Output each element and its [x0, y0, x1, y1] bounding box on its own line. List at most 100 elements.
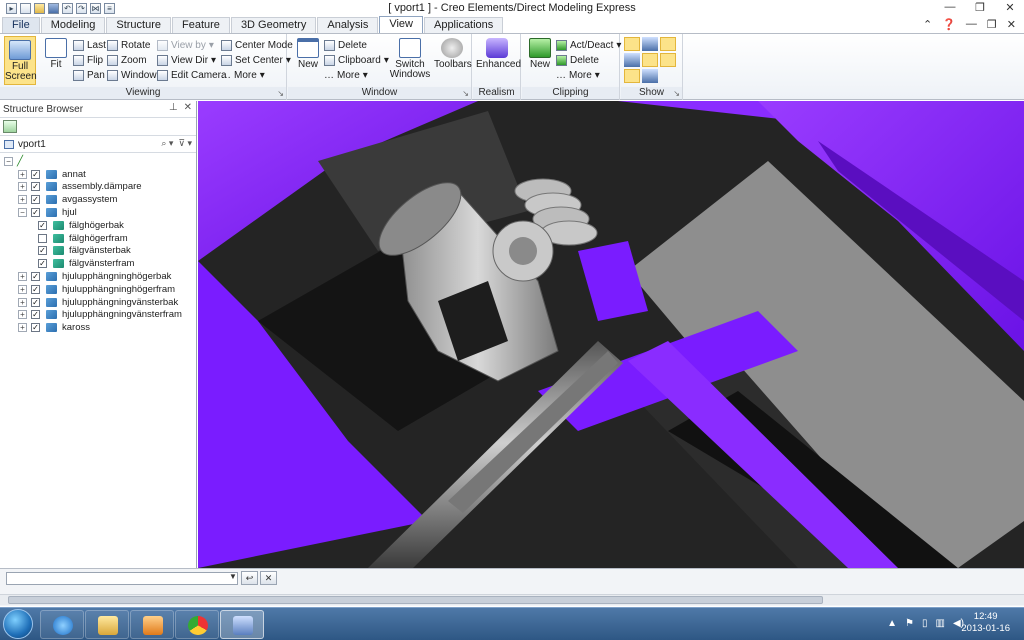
tab-analysis[interactable]: Analysis [317, 17, 379, 33]
tree-item[interactable]: + ✓ avgassystem [0, 193, 196, 206]
visibility-checkbox[interactable]: ✓ [31, 323, 40, 333]
switch-windows-button[interactable]: Switch Windows [388, 38, 432, 80]
tree-item[interactable]: ✓ fälgvänsterbak [0, 245, 196, 258]
tab-modeling[interactable]: Modeling [40, 17, 106, 33]
fit-button[interactable]: Fit [42, 38, 70, 70]
taskbar-media[interactable] [130, 610, 174, 639]
visibility-checkbox[interactable]: ✓ [38, 246, 47, 256]
tree-item[interactable]: ✓ fälghögerbak [0, 219, 196, 232]
window-zoom-button[interactable]: Window [107, 68, 157, 82]
expand-icon[interactable]: + [18, 169, 27, 179]
visibility-checkbox[interactable]: ✓ [38, 220, 47, 230]
command-input[interactable] [6, 572, 238, 585]
visibility-checkbox[interactable]: ✓ [31, 310, 40, 320]
ribbon-restore-icon[interactable]: ❐ [987, 18, 997, 31]
pin-icon[interactable]: ⊥ [169, 102, 178, 113]
delete-window-button[interactable]: Delete [324, 38, 367, 52]
clock[interactable]: 12:49 2013-01-16 [961, 611, 1010, 635]
redo-icon[interactable]: ↷ [76, 3, 87, 14]
network-icon[interactable]: ▥ [936, 618, 945, 629]
visibility-checkbox[interactable] [38, 233, 47, 243]
show-faces-icon[interactable] [642, 53, 658, 67]
viewing-more-dropdown[interactable]: … More ▾ [221, 68, 265, 82]
rotate-button[interactable]: Rotate [107, 38, 150, 52]
expand-icon[interactable]: + [18, 297, 27, 307]
visibility-checkbox[interactable]: ✓ [31, 297, 40, 307]
full-screen-button[interactable]: Full Screen [4, 36, 37, 85]
save-icon[interactable] [48, 3, 59, 14]
taskbar-creo[interactable] [220, 610, 264, 639]
collapse-icon[interactable]: − [18, 208, 27, 218]
show-labels-icon[interactable] [624, 69, 640, 83]
window-more-dropdown[interactable]: … More ▾ [324, 68, 368, 82]
taskbar-explorer[interactable] [85, 610, 129, 639]
dialog-launcher-icon[interactable]: ↘ [673, 89, 680, 98]
open-folder-icon[interactable] [34, 3, 45, 14]
close-icon[interactable]: ✕ [1002, 1, 1018, 14]
visibility-checkbox[interactable]: ✓ [31, 182, 40, 192]
tree-item[interactable]: ✓ fälgvänsterfram [0, 257, 196, 270]
tree-root[interactable]: − ╱ [0, 155, 196, 168]
cancel-command-button[interactable]: ✕ [260, 571, 277, 585]
command-dropdown-icon[interactable]: ▼ [229, 572, 237, 581]
expand-icon[interactable]: + [18, 310, 27, 320]
collapse-icon[interactable]: − [4, 156, 13, 166]
visibility-checkbox[interactable]: ✓ [38, 259, 47, 269]
restore-icon[interactable]: ❐ [972, 1, 988, 14]
app-menu-icon[interactable]: ▸ [6, 3, 17, 14]
toolbars-button[interactable]: Toolbars [434, 38, 472, 70]
taskbar-ie[interactable] [40, 610, 84, 639]
expand-icon[interactable]: + [18, 284, 27, 294]
tab-applications[interactable]: Applications [423, 17, 504, 33]
tab-view[interactable]: View [379, 16, 423, 33]
help-icon[interactable]: ❓ [942, 18, 956, 31]
undo-icon[interactable]: ↶ [62, 3, 73, 14]
show-box-icon[interactable] [642, 69, 658, 83]
expand-icon[interactable]: + [18, 272, 27, 282]
model-render[interactable] [198, 101, 1024, 568]
show-hidden-icon[interactable] [660, 37, 676, 51]
tree-icon[interactable]: ⋈ [90, 3, 101, 14]
visibility-checkbox[interactable]: ✓ [31, 169, 40, 179]
tab-feature[interactable]: Feature [172, 17, 230, 33]
view-dir-dropdown[interactable]: View Dir ▾ [157, 53, 216, 67]
minimize-ribbon-icon[interactable]: ⌃ [923, 18, 932, 31]
scrollbar-thumb[interactable] [8, 596, 823, 604]
visibility-checkbox[interactable]: ✓ [31, 272, 40, 282]
viewport-row[interactable]: vport1 ⌕ ▾ ⊽ ▾ [0, 136, 196, 153]
act-deact-dropdown[interactable]: Act/Deact ▾ [556, 38, 621, 52]
flip-button[interactable]: Flip [73, 53, 103, 67]
graphics-viewport[interactable] [198, 101, 1024, 568]
tree-item[interactable]: − ✓ hjul [0, 206, 196, 219]
clipboard-dropdown[interactable]: Clipboard ▾ [324, 53, 389, 67]
tab-file[interactable]: File [2, 17, 40, 33]
clipping-delete-button[interactable]: Delete [556, 53, 599, 67]
enhanced-button[interactable]: Enhanced [476, 38, 521, 70]
browser-close-icon[interactable]: ✕ [184, 102, 192, 113]
expand-icon[interactable]: + [18, 182, 27, 192]
show-edges-icon[interactable] [642, 37, 658, 51]
clipping-more-dropdown[interactable]: … More ▾ [556, 68, 600, 82]
last-button[interactable]: Last [73, 38, 106, 52]
start-button[interactable] [3, 609, 33, 639]
new-file-icon[interactable] [20, 3, 31, 14]
dialog-launcher-icon[interactable]: ↘ [462, 89, 469, 98]
tree-item[interactable]: fälghögerfram [0, 232, 196, 245]
tab-3d-geometry[interactable]: 3D Geometry [230, 17, 317, 33]
tree-item[interactable]: + ✓ hjulupphängningvänsterfram [0, 309, 196, 322]
tab-structure[interactable]: Structure [106, 17, 172, 33]
taskbar-chrome[interactable] [175, 610, 219, 639]
battery-icon[interactable]: ▯ [922, 618, 928, 629]
ribbon-minimize-icon[interactable]: — [966, 18, 977, 31]
customize-toolbar-icon[interactable]: ≡ [104, 3, 115, 14]
view-by-dropdown[interactable]: View by ▾ [157, 38, 214, 52]
enter-command-button[interactable]: ↩ [241, 571, 258, 585]
center-mode-button[interactable]: Center Mode [221, 38, 293, 52]
tree-item[interactable]: + ✓ hjulupphängninghögerbak [0, 270, 196, 283]
tree-item[interactable]: + ✓ assembly.dämpare [0, 181, 196, 194]
expand-icon[interactable]: + [18, 323, 27, 333]
minimize-icon[interactable]: — [942, 1, 958, 14]
visibility-checkbox[interactable]: ✓ [31, 208, 40, 218]
visibility-checkbox[interactable]: ✓ [31, 195, 40, 205]
expand-icon[interactable]: + [18, 195, 27, 205]
